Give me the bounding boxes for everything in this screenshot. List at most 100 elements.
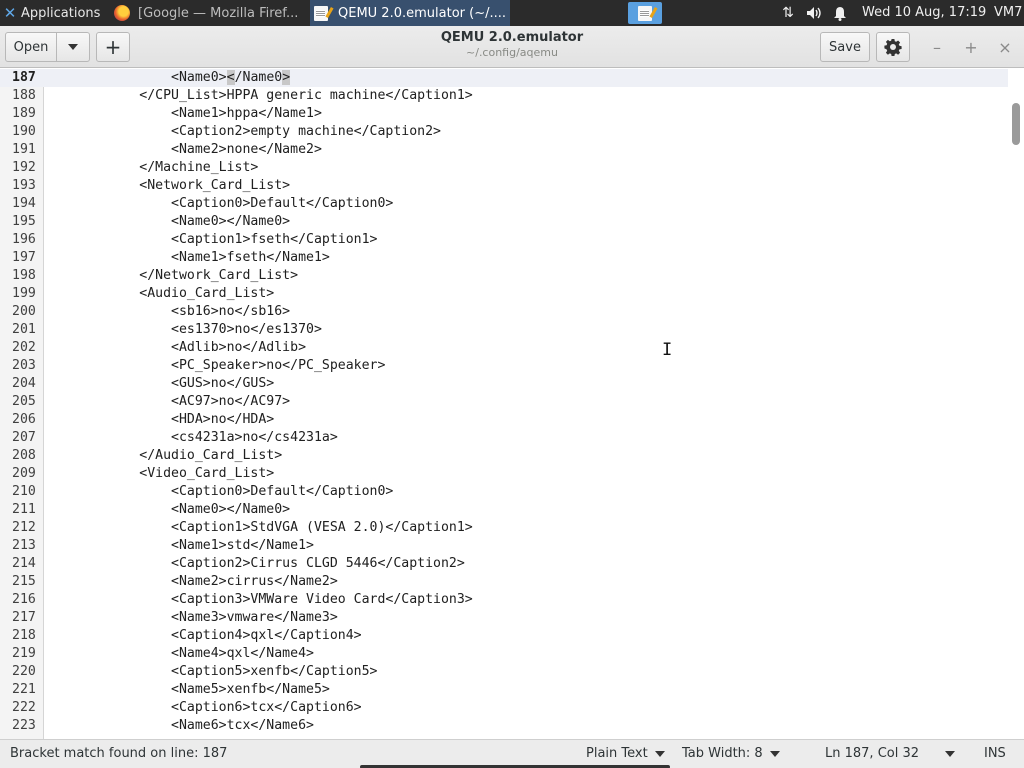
line-text[interactable]: <GUS>no</GUS> (44, 375, 274, 393)
editor-line[interactable]: 211 <Name0></Name0> (0, 501, 1008, 519)
speaker-icon[interactable] (802, 0, 826, 26)
text-editor[interactable]: 187 <Name0></Name0> 188 </CPU_List>HPPA … (0, 69, 1024, 739)
bell-icon[interactable] (829, 0, 851, 26)
editor-line[interactable]: 191 <Name2>none</Name2> (0, 141, 1008, 159)
line-text[interactable]: <Adlib>no</Adlib> (44, 339, 306, 357)
line-text[interactable]: <Name0></Name0> (44, 501, 290, 519)
line-text[interactable]: </Machine_List> (44, 159, 258, 177)
line-text[interactable]: <Name0></Name0> (44, 69, 291, 87)
line-text[interactable]: <Name1>std</Name1> (44, 537, 314, 555)
line-text[interactable]: <Name6>tcx</Name6> (44, 717, 314, 735)
status-bar: Bracket match found on line: 187 Plain T… (0, 739, 1024, 768)
line-text[interactable]: <Caption6>tcx</Caption6> (44, 699, 362, 717)
editor-line[interactable]: 210 <Caption0>Default</Caption0> (0, 483, 1008, 501)
editor-line[interactable]: 214 <Caption2>Cirrus CLGD 5446</Caption2… (0, 555, 1008, 573)
taskbar-item-editor[interactable]: QEMU 2.0.emulator (~/.... (310, 0, 510, 26)
taskbar-item-firefox[interactable]: [Google — Mozilla Firef... (110, 0, 308, 26)
network-updown-icon[interactable]: ⇅ (776, 0, 800, 26)
line-text[interactable]: <Name5>xenfb</Name5> (44, 681, 330, 699)
editor-line[interactable]: 215 <Name2>cirrus</Name2> (0, 573, 1008, 591)
line-text[interactable]: <Audio_Card_List> (44, 285, 274, 303)
line-text[interactable]: <Name2>none</Name2> (44, 141, 322, 159)
line-text[interactable]: <Caption1>fseth</Caption1> (44, 231, 377, 249)
line-text[interactable]: <Name2>cirrus</Name2> (44, 573, 338, 591)
editor-line[interactable]: 200 <sb16>no</sb16> (0, 303, 1008, 321)
line-text[interactable]: <AC97>no</AC97> (44, 393, 290, 411)
editor-line[interactable]: 222 <Caption6>tcx</Caption6> (0, 699, 1008, 717)
editor-line[interactable]: 203 <PC_Speaker>no</PC_Speaker> (0, 357, 1008, 375)
line-text[interactable]: <Name0></Name0> (44, 213, 290, 231)
line-text[interactable]: <Caption0>Default</Caption0> (44, 195, 393, 213)
editor-line[interactable]: 212 <Caption1>StdVGA (VESA 2.0)</Caption… (0, 519, 1008, 537)
editor-line[interactable]: 209 <Video_Card_List> (0, 465, 1008, 483)
editor-line[interactable]: 221 <Name5>xenfb</Name5> (0, 681, 1008, 699)
workspace-switcher[interactable] (628, 2, 662, 24)
line-text[interactable]: <Network_Card_List> (44, 177, 290, 195)
editor-line[interactable]: 208 </Audio_Card_List> (0, 447, 1008, 465)
line-text[interactable]: </Audio_Card_List> (44, 447, 282, 465)
cursor-position-dropdown[interactable]: Ln 187, Col 32 (825, 740, 956, 768)
vertical-scrollbar[interactable] (1008, 69, 1024, 739)
tab-width-dropdown[interactable]: Tab Width: 8 (682, 740, 780, 768)
editor-line[interactable]: 207 <cs4231a>no</cs4231a> (0, 429, 1008, 447)
line-text[interactable]: <Caption0>Default</Caption0> (44, 483, 393, 501)
editor-line[interactable]: 219 <Name4>qxl</Name4> (0, 645, 1008, 663)
line-text[interactable]: <Caption3>VMWare Video Card</Caption3> (44, 591, 473, 609)
filetype-dropdown[interactable]: Plain Text (586, 740, 665, 768)
editor-line[interactable]: 204 <GUS>no</GUS> (0, 375, 1008, 393)
new-document-button[interactable]: + (96, 32, 130, 62)
save-button[interactable]: Save (820, 32, 870, 62)
line-text[interactable]: <es1370>no</es1370> (44, 321, 322, 339)
editor-line[interactable]: 190 <Caption2>empty machine</Caption2> (0, 123, 1008, 141)
line-text[interactable]: <Caption5>xenfb</Caption5> (44, 663, 377, 681)
line-text[interactable]: <HDA>no</HDA> (44, 411, 274, 429)
editor-line[interactable]: 218 <Caption4>qxl</Caption4> (0, 627, 1008, 645)
open-button[interactable]: Open (5, 32, 57, 62)
insert-mode-indicator[interactable]: INS (984, 740, 1006, 768)
editor-line[interactable]: 201 <es1370>no</es1370> (0, 321, 1008, 339)
editor-line[interactable]: 213 <Name1>std</Name1> (0, 537, 1008, 555)
editor-line[interactable]: 196 <Caption1>fseth</Caption1> (0, 231, 1008, 249)
line-text[interactable]: </Network_Card_List> (44, 267, 298, 285)
editor-line[interactable]: 223 <Name6>tcx</Name6> (0, 717, 1008, 735)
line-text[interactable]: <Caption1>StdVGA (VESA 2.0)</Caption1> (44, 519, 473, 537)
text-view[interactable]: 187 <Name0></Name0> 188 </CPU_List>HPPA … (0, 69, 1008, 735)
line-text[interactable]: <sb16>no</sb16> (44, 303, 290, 321)
line-text[interactable]: <Name1>fseth</Name1> (44, 249, 330, 267)
open-recent-dropdown-button[interactable] (56, 32, 90, 62)
scrollbar-thumb[interactable] (1012, 103, 1020, 145)
editor-line[interactable]: 188 </CPU_List>HPPA generic machine</Cap… (0, 87, 1008, 105)
line-text[interactable]: <Video_Card_List> (44, 465, 274, 483)
line-number: 191 (12, 142, 36, 157)
editor-line[interactable]: 189 <Name1>hppa</Name1> (0, 105, 1008, 123)
maximize-button[interactable]: + (956, 32, 986, 62)
line-text[interactable]: <Name4>qxl</Name4> (44, 645, 314, 663)
line-text[interactable]: <Caption2>empty machine</Caption2> (44, 123, 441, 141)
line-text[interactable]: <PC_Speaker>no</PC_Speaker> (44, 357, 385, 375)
line-text[interactable]: </CPU_List>HPPA generic machine</Caption… (44, 87, 472, 105)
line-text[interactable]: <Caption4>qxl</Caption4> (44, 627, 362, 645)
minimize-button[interactable]: – (922, 32, 952, 62)
editor-line[interactable]: 220 <Caption5>xenfb</Caption5> (0, 663, 1008, 681)
clock[interactable]: Wed 10 Aug, 17:19 (862, 0, 986, 26)
editor-line[interactable]: 202 <Adlib>no</Adlib> (0, 339, 1008, 357)
editor-line[interactable]: 194 <Caption0>Default</Caption0> (0, 195, 1008, 213)
line-text[interactable]: <Caption2>Cirrus CLGD 5446</Caption2> (44, 555, 465, 573)
line-text[interactable]: <cs4231a>no</cs4231a> (44, 429, 338, 447)
settings-button[interactable] (876, 32, 910, 62)
line-text[interactable]: <Name1>hppa</Name1> (44, 105, 322, 123)
editor-line[interactable]: 216 <Caption3>VMWare Video Card</Caption… (0, 591, 1008, 609)
editor-line[interactable]: 198 </Network_Card_List> (0, 267, 1008, 285)
editor-line[interactable]: 195 <Name0></Name0> (0, 213, 1008, 231)
editor-line[interactable]: 206 <HDA>no</HDA> (0, 411, 1008, 429)
editor-line[interactable]: 217 <Name3>vmware</Name3> (0, 609, 1008, 627)
editor-line-current[interactable]: 187 <Name0></Name0> (0, 69, 1008, 87)
applications-menu[interactable]: ✕ Applications (0, 0, 108, 26)
line-text[interactable]: <Name3>vmware</Name3> (44, 609, 338, 627)
editor-line[interactable]: 197 <Name1>fseth</Name1> (0, 249, 1008, 267)
editor-line[interactable]: 199 <Audio_Card_List> (0, 285, 1008, 303)
editor-line[interactable]: 193 <Network_Card_List> (0, 177, 1008, 195)
editor-line[interactable]: 205 <AC97>no</AC97> (0, 393, 1008, 411)
editor-line[interactable]: 192 </Machine_List> (0, 159, 1008, 177)
close-button[interactable]: × (990, 32, 1020, 62)
